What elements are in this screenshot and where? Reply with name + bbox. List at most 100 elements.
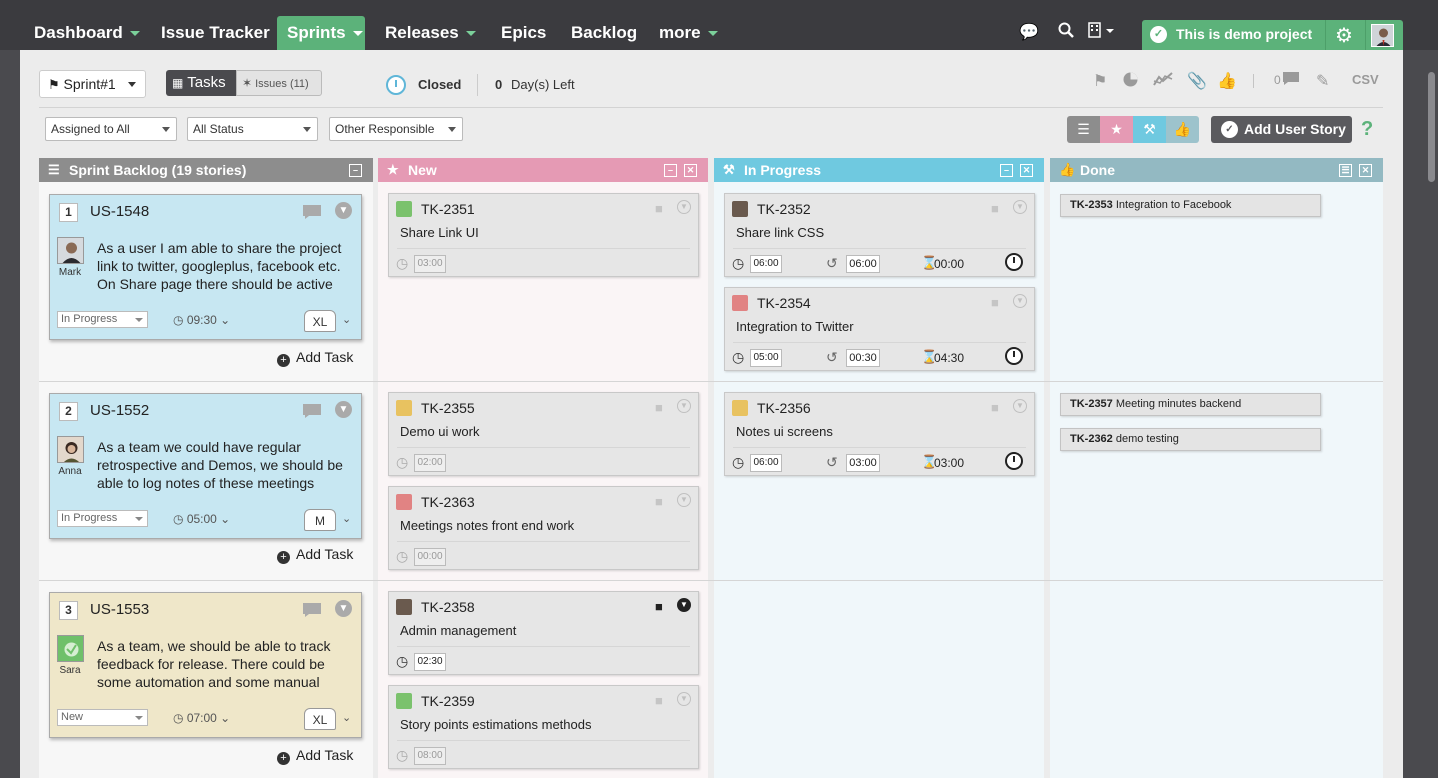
done-task-card[interactable]: TK-2362 demo testing bbox=[1060, 428, 1321, 451]
toggle-backlog-column[interactable]: ☰ bbox=[1067, 116, 1100, 143]
comment-icon[interactable] bbox=[1282, 71, 1300, 91]
collapse-icon[interactable]: – bbox=[664, 164, 677, 177]
chevron-down-icon[interactable]: ▼ bbox=[1013, 200, 1027, 214]
task-id[interactable]: TK-2355 bbox=[421, 400, 475, 416]
task-id[interactable]: TK-2356 bbox=[757, 400, 811, 416]
chevron-down-icon[interactable]: ▼ bbox=[335, 202, 352, 219]
comment-icon[interactable]: ■ bbox=[655, 693, 663, 708]
close-icon[interactable]: ✕ bbox=[684, 164, 697, 177]
done-task-card[interactable]: TK-2353 Integration to Facebook bbox=[1060, 194, 1321, 217]
task-card[interactable]: TK-2355 ■ ▼ Demo ui work ◷ 02:00 bbox=[388, 392, 699, 476]
thumbs-up-icon[interactable]: 👍 bbox=[1217, 71, 1237, 91]
task-card[interactable]: TK-2358 ■ ▼ Admin management ◷ 02:30 bbox=[388, 591, 699, 675]
chevron-down-icon[interactable]: ▼ bbox=[677, 200, 691, 214]
chevron-down-icon[interactable]: ▼ bbox=[677, 399, 691, 413]
csv-export-button[interactable]: CSV bbox=[1352, 72, 1379, 87]
comment-icon[interactable] bbox=[302, 602, 322, 623]
task-estimate[interactable]: 08:00 bbox=[414, 747, 446, 765]
chevron-down-icon[interactable]: ▼ bbox=[1013, 294, 1027, 308]
nav-sprints[interactable]: Sprints bbox=[277, 16, 365, 50]
trend-icon[interactable] bbox=[1153, 71, 1173, 92]
add-task-button[interactable]: + Add Task bbox=[277, 546, 353, 564]
expand-icon[interactable]: ⌄ bbox=[342, 512, 351, 525]
comment-icon[interactable]: ■ bbox=[991, 400, 999, 415]
chevron-down-icon[interactable]: ▼ bbox=[677, 598, 691, 612]
add-task-button[interactable]: + Add Task bbox=[277, 349, 353, 367]
task-estimate[interactable]: 06:00 bbox=[750, 454, 782, 472]
search-icon[interactable] bbox=[1058, 22, 1074, 43]
task-estimate[interactable]: 00:00 bbox=[414, 548, 446, 566]
done-task-card[interactable]: TK-2357 Meeting minutes backend bbox=[1060, 393, 1321, 416]
task-card[interactable]: TK-2351 ■ ▼ Share Link UI ◷ 03:00 bbox=[388, 193, 699, 277]
nav-backlog[interactable]: Backlog bbox=[561, 16, 647, 50]
comment-icon[interactable]: ■ bbox=[991, 201, 999, 216]
list-icon[interactable]: ☰ bbox=[1339, 164, 1352, 177]
gear-icon[interactable]: ⚙ bbox=[1335, 23, 1353, 48]
nav-epics[interactable]: Epics bbox=[491, 16, 556, 50]
status-filter[interactable]: All Status bbox=[187, 117, 318, 141]
nav-releases[interactable]: Releases bbox=[375, 16, 486, 50]
task-id[interactable]: TK-2352 bbox=[757, 201, 811, 217]
toggle-done-column[interactable]: 👍 bbox=[1166, 116, 1199, 143]
sprint-selector[interactable]: ⚑ Sprint#1 bbox=[39, 70, 146, 98]
nav-more[interactable]: more bbox=[649, 16, 728, 50]
task-estimate[interactable]: 03:00 bbox=[414, 255, 446, 273]
tasks-tab[interactable]: ▦ Tasks bbox=[166, 70, 236, 96]
comment-icon[interactable] bbox=[302, 403, 322, 424]
comment-icon[interactable]: ■ bbox=[655, 599, 663, 614]
chevron-down-icon[interactable]: ▼ bbox=[335, 600, 352, 617]
nav-issue-tracker[interactable]: Issue Tracker bbox=[151, 16, 280, 50]
task-id[interactable]: TK-2363 bbox=[421, 494, 475, 510]
task-spent[interactable]: 06:00 bbox=[846, 255, 880, 273]
chevron-down-icon[interactable]: ▼ bbox=[677, 493, 691, 507]
story-card[interactable]: 1 US-1548 ▼ Mark As a user I am able to … bbox=[49, 194, 362, 340]
toggle-inprogress-column[interactable]: ⚒ bbox=[1133, 116, 1166, 143]
story-card[interactable]: 3 US-1553 ▼ Sara As a team, we should be… bbox=[49, 592, 362, 738]
timer-icon[interactable] bbox=[1005, 253, 1023, 271]
task-id[interactable]: TK-2351 bbox=[421, 201, 475, 217]
pencil-icon[interactable]: ✎ bbox=[1316, 71, 1329, 91]
task-estimate[interactable]: 02:00 bbox=[414, 454, 446, 472]
building-icon[interactable] bbox=[1088, 22, 1116, 43]
runner-icon[interactable]: ⚑ bbox=[1093, 71, 1107, 91]
story-status-select[interactable]: In Progress bbox=[57, 510, 148, 527]
task-id[interactable]: TK-2358 bbox=[421, 599, 475, 615]
pie-chart-icon[interactable] bbox=[1122, 71, 1139, 93]
close-icon[interactable]: ✕ bbox=[1359, 164, 1372, 177]
collapse-icon[interactable]: – bbox=[1000, 164, 1013, 177]
task-spent[interactable]: 03:00 bbox=[846, 454, 880, 472]
task-spent[interactable]: 00:30 bbox=[846, 349, 880, 367]
scrollbar-thumb[interactable] bbox=[1428, 72, 1435, 182]
collapse-icon[interactable]: – bbox=[349, 164, 362, 177]
responsible-filter[interactable]: Other Responsible bbox=[329, 117, 463, 141]
task-estimate[interactable]: 02:30 bbox=[414, 653, 446, 671]
tshirt-size[interactable]: M bbox=[304, 509, 336, 531]
help-icon[interactable]: ? bbox=[1361, 118, 1373, 141]
tshirt-size[interactable]: XL bbox=[304, 310, 336, 332]
comment-icon[interactable]: ■ bbox=[655, 494, 663, 509]
comment-icon[interactable]: ■ bbox=[655, 201, 663, 216]
chevron-down-icon[interactable]: ▼ bbox=[1013, 399, 1027, 413]
story-status-select[interactable]: New bbox=[57, 709, 148, 726]
issues-tab[interactable]: ✶ Issues (11) bbox=[236, 70, 322, 96]
comment-icon[interactable]: ■ bbox=[655, 400, 663, 415]
story-card[interactable]: 2 US-1552 ▼ Anna As a team we could have… bbox=[49, 393, 362, 539]
story-status-select[interactable]: In Progress bbox=[57, 311, 148, 328]
add-user-story-button[interactable]: ✓ Add User Story bbox=[1211, 116, 1352, 143]
story-id[interactable]: US-1552 bbox=[90, 402, 149, 419]
task-estimate[interactable]: 05:00 bbox=[750, 349, 782, 367]
task-card[interactable]: TK-2352 ■ ▼ Share link CSS ◷ 06:00 ↺ 06:… bbox=[724, 193, 1035, 277]
chevron-down-icon[interactable]: ▼ bbox=[677, 692, 691, 706]
story-id[interactable]: US-1553 bbox=[90, 601, 149, 618]
nav-dashboard[interactable]: Dashboard bbox=[24, 16, 150, 50]
project-selector[interactable]: ✓ This is demo project ⚙ bbox=[1142, 20, 1403, 50]
task-estimate[interactable]: 06:00 bbox=[750, 255, 782, 273]
assigned-filter[interactable]: Assigned to All bbox=[45, 117, 177, 141]
timer-icon[interactable] bbox=[1005, 347, 1023, 365]
add-task-button[interactable]: + Add Task bbox=[277, 747, 353, 765]
tshirt-size[interactable]: XL bbox=[304, 708, 336, 730]
task-id[interactable]: TK-2359 bbox=[421, 693, 475, 709]
scrollbar[interactable] bbox=[1425, 50, 1438, 778]
expand-icon[interactable]: ⌄ bbox=[342, 313, 351, 326]
expand-icon[interactable]: ⌄ bbox=[342, 711, 351, 724]
